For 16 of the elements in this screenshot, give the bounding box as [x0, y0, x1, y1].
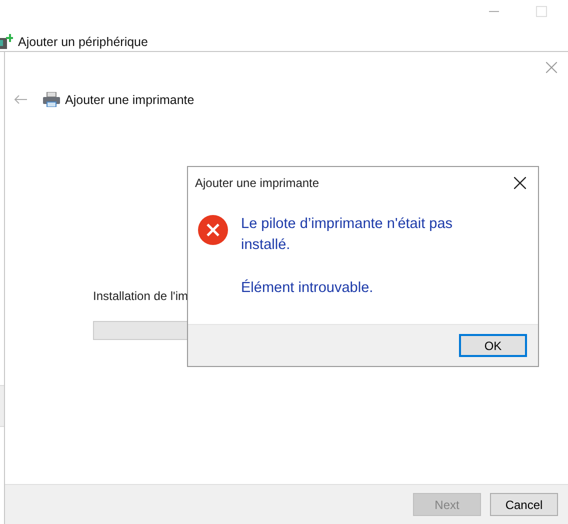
error-message: Le pilote d’imprimante n'était pas installé.	[241, 215, 454, 255]
error-icon	[197, 214, 229, 246]
footer-button[interactable]: Cancel	[490, 493, 558, 516]
side-panel	[0, 385, 4, 427]
close-icon[interactable]	[514, 177, 526, 189]
minimize-icon[interactable]	[489, 10, 499, 12]
back-arrow-icon[interactable]	[14, 95, 27, 104]
device-add-icon	[0, 34, 13, 49]
dialog-title: Ajouter une imprimante	[195, 176, 320, 190]
wizard-title: Ajouter une imprimante	[65, 92, 194, 106]
window-title: Ajouter un périphérique	[18, 34, 148, 48]
error-detail: Élément introuvable.	[241, 278, 374, 298]
ok-button[interactable]: OK	[459, 334, 527, 357]
status-text: Installation de l'im	[93, 289, 190, 303]
printer-icon	[43, 92, 60, 107]
maximize-icon[interactable]	[536, 6, 547, 16]
